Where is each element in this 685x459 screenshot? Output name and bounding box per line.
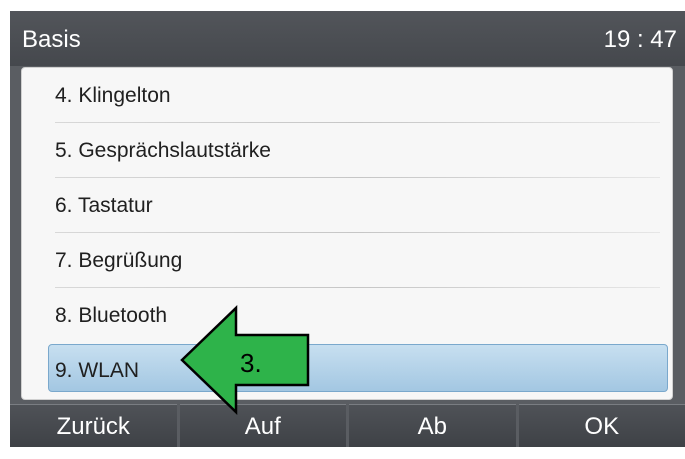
clock: 19 : 47 [603, 26, 677, 53]
softkey-back-button[interactable]: Zurück [10, 404, 177, 447]
annotation-step-label: 3. [240, 348, 262, 378]
menu-list: 4. Klingelton 5. Gesprächslautstärke 6. … [21, 67, 673, 400]
menu-item-wlan[interactable]: 9. WLAN [22, 338, 672, 393]
menu-item-label: 9. WLAN [55, 359, 140, 382]
menu-item-label: 4. Klingelton [55, 84, 171, 107]
menu-item-begruessung[interactable]: 7. Begrüßung [22, 233, 672, 288]
menu-item-klingelton[interactable]: 4. Klingelton [22, 68, 672, 123]
menu-item-label: 6. Tastatur [55, 194, 153, 217]
screen-title: Basis [22, 26, 81, 53]
menu-item-label: 7. Begrüßung [55, 249, 183, 272]
menu-item-label: 5. Gesprächslautstärke [55, 139, 271, 162]
menu-item-tastatur[interactable]: 6. Tastatur [22, 178, 672, 233]
menu-item-bluetooth[interactable]: 8. Bluetooth [22, 288, 672, 343]
softkey-bar: Zurück Auf Ab OK [10, 404, 685, 447]
menu-item-gespraechslautstaerke[interactable]: 5. Gesprächslautstärke [22, 123, 672, 178]
selection-highlight [48, 344, 668, 392]
menu-item-label: 8. Bluetooth [55, 304, 168, 327]
softkey-down-button[interactable]: Ab [349, 404, 516, 447]
phone-screen: Basis 19 : 47 4. Klingelton 5. Gesprächs… [10, 11, 685, 447]
titlebar: Basis 19 : 47 [10, 11, 685, 66]
softkey-ok-button[interactable]: OK [518, 404, 685, 447]
